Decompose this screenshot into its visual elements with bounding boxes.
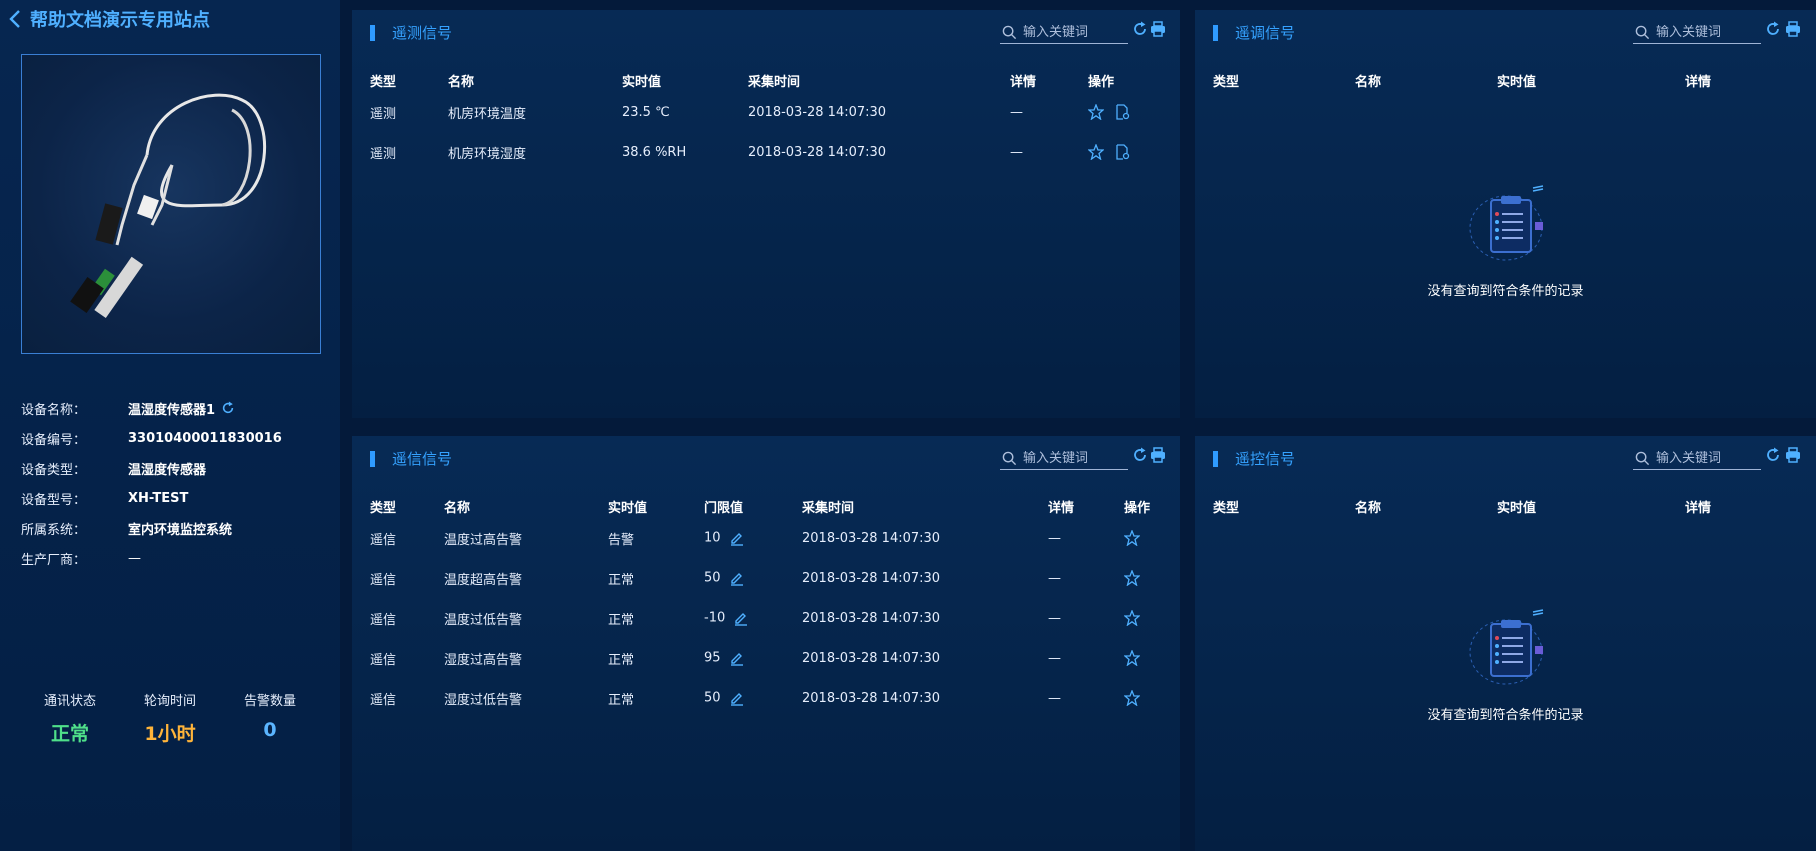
comm-status-value: 正常	[50, 723, 89, 745]
empty-state: 没有查询到符合条件的记录	[1195, 180, 1816, 299]
edit-icon[interactable]	[729, 690, 745, 706]
star-icon[interactable]	[1088, 104, 1104, 120]
printer-icon[interactable]	[1785, 21, 1801, 37]
status-normal: 正常	[608, 612, 635, 628]
search-icon	[1002, 25, 1017, 40]
table-row: 遥信 湿度过低告警 正常 50 2018-03-28 14:07:30 —	[366, 678, 1176, 718]
device-code-value: 33010400011830016	[128, 430, 282, 446]
star-icon[interactable]	[1124, 610, 1140, 626]
back-link[interactable]: 帮助文档演示专用站点	[8, 6, 210, 32]
edit-icon[interactable]	[729, 570, 745, 586]
search-icon	[1002, 451, 1017, 466]
device-vendor-row: 生产厂商： —	[21, 550, 141, 568]
refresh-icon[interactable]	[221, 401, 235, 415]
refresh-icon[interactable]	[1765, 447, 1781, 463]
search-box[interactable]	[1000, 448, 1128, 470]
table-row: 遥测 机房环境湿度 38.6 %RH 2018-03-28 14:07:30 —	[366, 132, 1176, 172]
search-box[interactable]	[1633, 448, 1761, 470]
poll-time-value: 1小时	[144, 723, 196, 745]
control-panel: 遥控信号 类型 名称 实时值 详情	[1195, 436, 1816, 851]
panel-title: 遥控信号	[1235, 450, 1296, 468]
table-header-row: 类型 名称 实时值 门限值 采集时间 详情 操作	[370, 500, 1151, 516]
telemetry-table: 类型 名称 实时值 采集时间 详情 操作 遥测 机房环境温度 23.5 ℃ 20…	[366, 68, 1176, 172]
status-normal: 正常	[608, 572, 635, 588]
device-model-row: 设备型号： XH-TEST	[21, 490, 189, 508]
empty-clipboard-icon	[1469, 185, 1543, 261]
search-box[interactable]	[1633, 22, 1761, 44]
edit-icon[interactable]	[733, 610, 749, 626]
panel-title: 遥测信号	[392, 24, 453, 42]
device-system-value: 室内环境监控系统	[128, 522, 233, 538]
device-type-row: 设备类型： 温湿度传感器	[21, 453, 321, 483]
refresh-icon[interactable]	[1132, 447, 1148, 463]
star-icon[interactable]	[1088, 144, 1104, 160]
device-model-value: XH-TEST	[128, 490, 189, 506]
document-settings-icon[interactable]	[1114, 104, 1130, 120]
telemetry-panel: 遥测信号 类型 名称 实时值 采集时间 详情 操作	[352, 10, 1180, 418]
table-row: 遥信 湿度过高告警 正常 95 2018-03-28 14:07:30 —	[366, 638, 1176, 678]
search-input[interactable]	[1023, 25, 1127, 40]
edit-icon[interactable]	[729, 650, 745, 666]
star-icon[interactable]	[1124, 650, 1140, 666]
empty-state: 没有查询到符合条件的记录	[1195, 604, 1816, 723]
signal-table: 类型 名称 实时值 门限值 采集时间 详情 操作 遥信 温度过高告警 告警 10…	[366, 494, 1176, 718]
empty-clipboard-icon	[1469, 609, 1543, 685]
panel-header: 遥控信号	[1213, 448, 1295, 469]
refresh-icon[interactable]	[1132, 21, 1148, 37]
device-name-row: 设备名称： 温湿度传感器1	[21, 393, 321, 423]
printer-icon[interactable]	[1150, 447, 1166, 463]
edit-icon[interactable]	[729, 530, 745, 546]
status-normal: 正常	[608, 692, 635, 708]
status-normal: 正常	[608, 652, 635, 668]
panel-header: 遥信信号	[370, 448, 452, 469]
stat-comm-status: 通讯状态 正常	[20, 690, 120, 746]
table-row: 遥信 温度过低告警 正常 -10 2018-03-28 14:07:30 —	[366, 598, 1176, 638]
star-icon[interactable]	[1124, 570, 1140, 586]
adjust-panel: 遥调信号 类型 名称 实时值 详情	[1195, 10, 1816, 418]
panel-header: 遥调信号	[1213, 22, 1295, 43]
search-input[interactable]	[1656, 451, 1760, 466]
search-icon	[1635, 451, 1650, 466]
table-row: 遥信 温度超高告警 正常 50 2018-03-28 14:07:30 —	[366, 558, 1176, 598]
device-vendor-value: —	[128, 550, 141, 566]
device-stats: 通讯状态 正常 轮询时间 1小时 告警数量 0	[20, 690, 320, 746]
table-header-row: 类型 名称 实时值 详情	[1213, 500, 1712, 516]
star-icon[interactable]	[1124, 530, 1140, 546]
device-code-row: 设备编号： 33010400011830016	[21, 430, 282, 448]
site-title[interactable]: 帮助文档演示专用站点	[30, 6, 210, 32]
stat-poll-time: 轮询时间 1小时	[120, 690, 220, 746]
search-input[interactable]	[1023, 451, 1127, 466]
printer-icon[interactable]	[1785, 447, 1801, 463]
panel-header: 遥测信号	[370, 22, 452, 43]
device-attributes: 设备名称： 温湿度传感器1 设备编号： 33010400011830016 设备…	[21, 393, 321, 573]
status-alarm: 告警	[608, 532, 635, 548]
stat-alarm-count: 告警数量 0	[220, 690, 320, 746]
alarm-count-value: 0	[263, 719, 277, 741]
table-header-row: 类型 名称 实时值 详情	[1213, 74, 1712, 90]
empty-message: 没有查询到符合条件的记录	[1427, 708, 1584, 723]
chevron-left-icon[interactable]	[8, 8, 22, 30]
table-header-row: 类型 名称 实时值 采集时间 详情 操作	[370, 74, 1115, 90]
panel-title: 遥信信号	[392, 450, 453, 468]
control-table: 类型 名称 实时值 详情	[1209, 494, 1809, 518]
device-info-panel: 帮助文档演示专用站点 设备名称： 温湿度传感器1 设备编号： 330104000…	[0, 0, 340, 851]
signal-panel: 遥信信号 类型 名称 实时值 门限值 采集时间 详情 操作	[352, 436, 1180, 851]
empty-message: 没有查询到符合条件的记录	[1427, 284, 1584, 299]
refresh-icon[interactable]	[1765, 21, 1781, 37]
star-icon[interactable]	[1124, 690, 1140, 706]
device-type-value: 温湿度传感器	[128, 462, 207, 478]
table-row: 遥测 机房环境温度 23.5 ℃ 2018-03-28 14:07:30 —	[366, 92, 1176, 132]
search-box[interactable]	[1000, 22, 1128, 44]
document-settings-icon[interactable]	[1114, 144, 1130, 160]
search-input[interactable]	[1656, 25, 1760, 40]
device-name-value: 温湿度传感器1	[128, 402, 216, 418]
table-row: 遥信 温度过高告警 告警 10 2018-03-28 14:07:30 —	[366, 518, 1176, 558]
search-icon	[1635, 25, 1650, 40]
device-system-row: 所属系统： 室内环境监控系统	[21, 513, 321, 543]
printer-icon[interactable]	[1150, 21, 1166, 37]
device-image	[21, 54, 321, 354]
adjust-table: 类型 名称 实时值 详情	[1209, 68, 1809, 92]
panel-title: 遥调信号	[1235, 24, 1296, 42]
